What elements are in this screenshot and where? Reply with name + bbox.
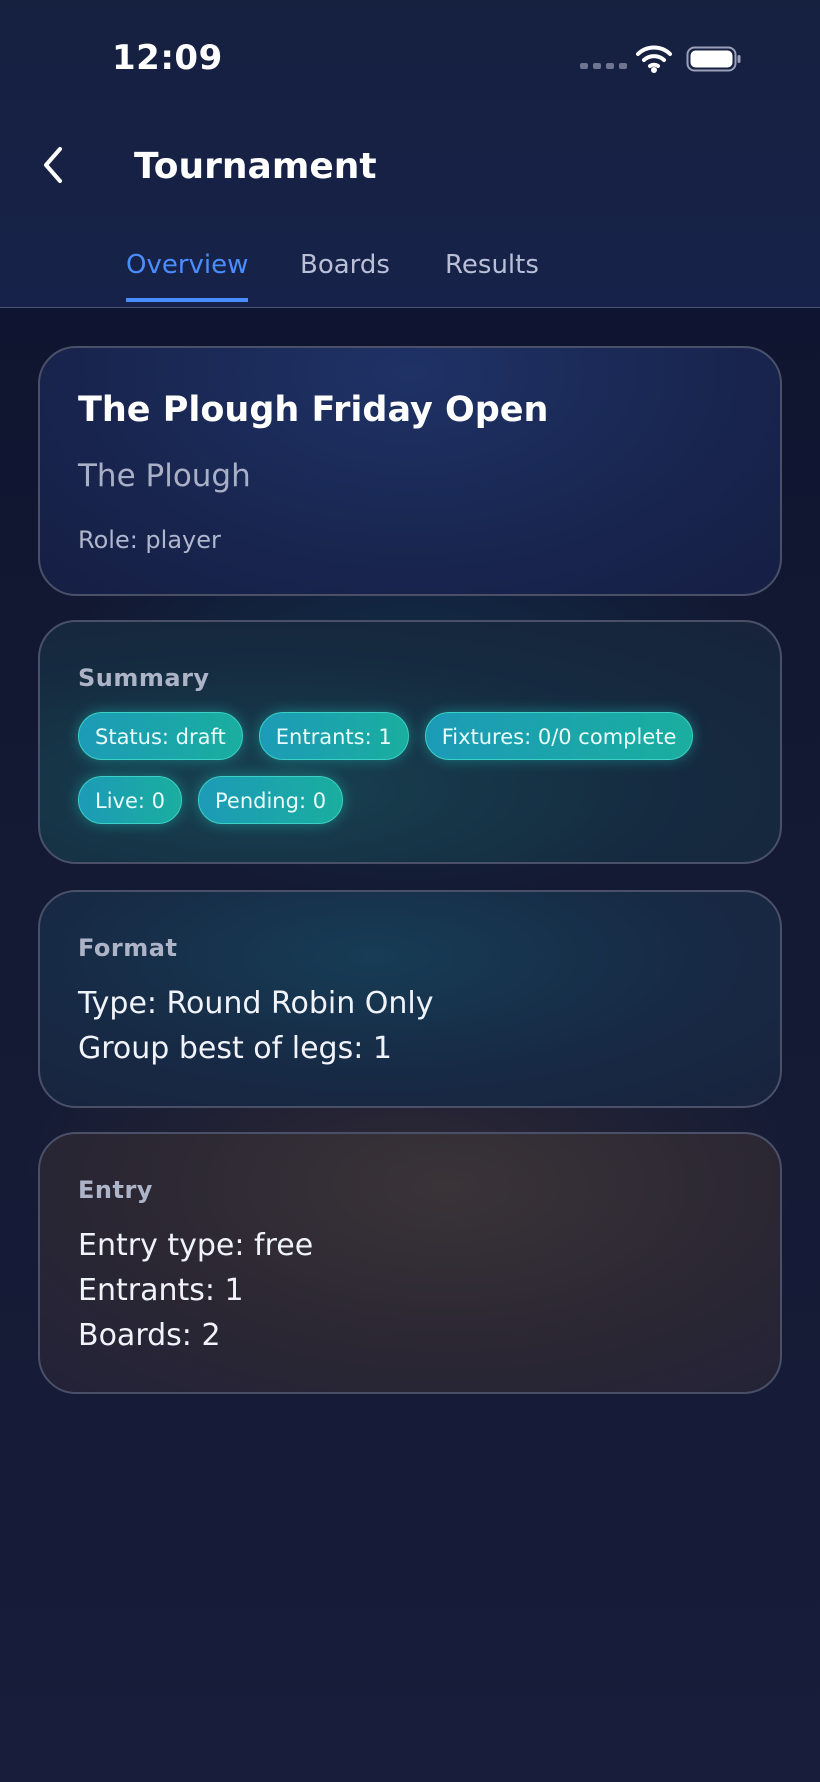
venue-name: The Plough xyxy=(78,458,251,494)
status-time: 12:09 xyxy=(112,38,223,78)
entry-type: Entry type: free xyxy=(78,1228,314,1263)
chevron-left-icon xyxy=(44,147,62,183)
format-type: Type: Round Robin Only xyxy=(78,986,434,1021)
top-app-area: 12:09 Tournament Overview Boards Results xyxy=(0,0,820,308)
status-bar: 12:09 xyxy=(0,0,820,120)
summary-heading: Summary xyxy=(78,664,210,692)
format-heading: Format xyxy=(78,934,178,962)
content-area: The Plough Friday Open The Plough Role: … xyxy=(0,308,820,1782)
tournament-name: The Plough Friday Open xyxy=(78,390,549,430)
page-title: Tournament xyxy=(134,146,377,187)
tab-boards[interactable]: Boards xyxy=(300,250,390,298)
battery-icon xyxy=(686,46,741,72)
summary-chips: Status: draft Entrants: 1 Fixtures: 0/0 … xyxy=(78,712,746,824)
format-card: Format Type: Round Robin Only Group best… xyxy=(38,890,782,1108)
live-chip: Live: 0 xyxy=(78,776,182,824)
summary-card: Summary Status: draft Entrants: 1 Fixtur… xyxy=(38,620,782,864)
user-role: Role: player xyxy=(78,526,221,554)
entry-heading: Entry xyxy=(78,1176,153,1204)
tab-results[interactable]: Results xyxy=(445,250,539,298)
fixtures-chip: Fixtures: 0/0 complete xyxy=(424,712,694,760)
back-button[interactable] xyxy=(30,140,76,190)
status-chip: Status: draft xyxy=(78,712,243,760)
pending-chip: Pending: 0 xyxy=(198,776,344,824)
tournament-info-card: The Plough Friday Open The Plough Role: … xyxy=(38,346,782,596)
cellular-signal-icon xyxy=(580,63,627,69)
format-best-of-legs: Group best of legs: 1 xyxy=(78,1031,392,1066)
wifi-icon xyxy=(636,45,672,73)
navigation-header: Tournament xyxy=(0,120,820,220)
tab-bar: Overview Boards Results xyxy=(0,240,820,308)
tab-overview[interactable]: Overview xyxy=(126,250,249,302)
entry-card: Entry Entry type: free Entrants: 1 Board… xyxy=(38,1132,782,1394)
entry-boards: Boards: 2 xyxy=(78,1318,221,1353)
entry-entrants: Entrants: 1 xyxy=(78,1273,244,1308)
entrants-chip: Entrants: 1 xyxy=(258,712,409,760)
